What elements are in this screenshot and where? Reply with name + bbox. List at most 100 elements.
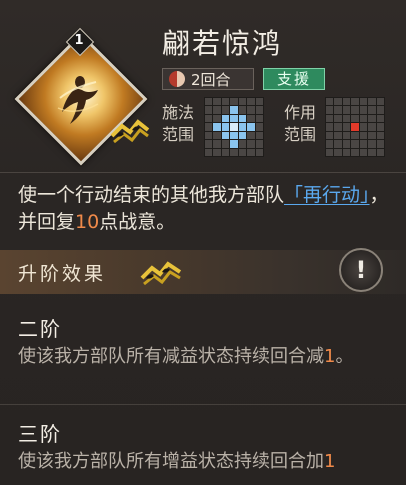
- rounds-tag: 2回合: [162, 68, 254, 90]
- range-cell: [334, 106, 342, 114]
- range-cell: [376, 106, 384, 114]
- range-cell: [213, 140, 221, 148]
- range-cell: [213, 106, 221, 114]
- range-cell: [359, 148, 368, 156]
- range-cell: [221, 114, 230, 123]
- range-cell: [205, 98, 213, 106]
- range-cell: [213, 131, 221, 140]
- range-cell: [342, 131, 351, 140]
- range-cell: [351, 106, 359, 114]
- effect-range-label-line1: 作用: [284, 103, 317, 122]
- skill-icon[interactable]: 1: [12, 27, 150, 166]
- stage-2-text: 使该我方部队所有减益状态持续回合减: [18, 346, 324, 367]
- upgrade-title: 升阶效果: [18, 263, 107, 285]
- range-cell: [255, 148, 263, 156]
- range-cell: [326, 140, 334, 148]
- level-number: 1: [74, 33, 84, 48]
- range-cell: [359, 123, 368, 131]
- cloud-ornament-icon: [140, 261, 182, 286]
- range-cell: [205, 123, 213, 131]
- range-cell: [326, 148, 334, 156]
- rounds-text: 2回合: [191, 70, 231, 89]
- range-cell: [221, 98, 230, 106]
- range-cell: [221, 106, 230, 114]
- range-cell: [247, 98, 255, 106]
- range-cell: [359, 106, 368, 114]
- range-cell: [351, 140, 359, 148]
- range-cell: [255, 114, 263, 123]
- range-cell: [230, 98, 238, 106]
- range-cell: [359, 98, 368, 106]
- range-cell: [342, 114, 351, 123]
- range-cell: [334, 98, 342, 106]
- dancer-figure-icon: [57, 76, 99, 124]
- range-cell: [368, 140, 376, 148]
- range-cell: [205, 131, 213, 140]
- range-cell: [230, 123, 238, 131]
- range-cell: [247, 131, 255, 140]
- range-cell: [326, 98, 334, 106]
- range-cell: [230, 114, 238, 123]
- range-cell: [342, 123, 351, 131]
- effect-range-label: 作用 范围: [284, 102, 320, 146]
- range-cell: [221, 148, 230, 156]
- range-cell: [205, 106, 213, 114]
- description-text: 使一个行动结束的其他我方部队: [18, 184, 285, 206]
- range-cell: [334, 140, 342, 148]
- cast-range-grid: [204, 97, 264, 157]
- range-cell: [247, 123, 255, 131]
- range-cell: [376, 114, 384, 123]
- support-type-tag: 支援: [263, 68, 325, 90]
- range-cell: [376, 131, 384, 140]
- range-cell: [247, 140, 255, 148]
- range-cell: [238, 106, 247, 114]
- stage-3-description: 使该我方部队所有增益状态持续回合加1: [18, 449, 398, 475]
- skill-description: 使一个行动结束的其他我方部队「再行动」，并回复10点战意。: [18, 182, 396, 236]
- range-cell: [376, 98, 384, 106]
- range-cell: [351, 131, 359, 140]
- cloud-ornament-icon: [110, 119, 150, 144]
- stage-2-title: 二阶: [18, 317, 62, 341]
- range-cell: [368, 131, 376, 140]
- keyword-link-reaction[interactable]: 「再行动」: [284, 184, 370, 206]
- range-cell: [368, 123, 376, 131]
- range-cell: [376, 148, 384, 156]
- range-cell: [368, 106, 376, 114]
- range-cell: [376, 140, 384, 148]
- range-cell: [342, 148, 351, 156]
- range-cell: [342, 106, 351, 114]
- stage-3-title: 三阶: [18, 422, 62, 446]
- divider: [0, 404, 406, 405]
- range-cell: [238, 123, 247, 131]
- effect-range-label-line2: 范围: [284, 125, 317, 144]
- cast-range-label-line1: 施法: [162, 103, 195, 122]
- stage-2-suffix: 。: [335, 346, 354, 367]
- range-cell: [205, 140, 213, 148]
- range-cell: [255, 140, 263, 148]
- range-cell: [359, 140, 368, 148]
- range-cell: [238, 114, 247, 123]
- range-cell: [342, 98, 351, 106]
- effect-range-grid: [325, 97, 385, 157]
- cast-range-label-line2: 范围: [162, 125, 195, 144]
- range-cell: [326, 131, 334, 140]
- stage-2-description: 使该我方部队所有减益状态持续回合减1。: [18, 344, 398, 370]
- range-cell: [230, 148, 238, 156]
- description-number: 10: [75, 211, 100, 233]
- range-cell: [326, 123, 334, 131]
- range-cell: [326, 114, 334, 123]
- info-button[interactable]: !: [339, 248, 383, 292]
- range-cell: [376, 123, 384, 131]
- range-cell: [351, 98, 359, 106]
- range-cell: [247, 114, 255, 123]
- range-cell: [334, 123, 342, 131]
- range-cell: [255, 98, 263, 106]
- skill-name: 翩若惊鸿: [162, 27, 283, 60]
- stage-3-text-tail: 加: [306, 451, 324, 472]
- stage-3-number: 1: [324, 451, 336, 472]
- range-cell: [238, 140, 247, 148]
- range-cell: [213, 114, 221, 123]
- range-cell: [326, 106, 334, 114]
- range-cell: [213, 148, 221, 156]
- range-cell: [238, 131, 247, 140]
